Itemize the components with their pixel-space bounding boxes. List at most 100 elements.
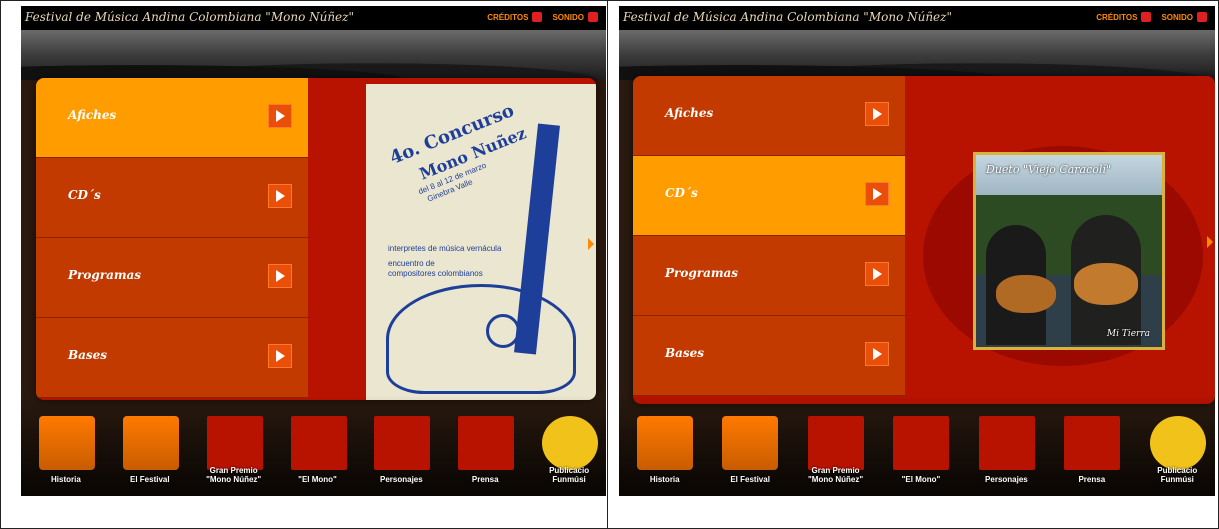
credits-icon [532,12,543,22]
violinist-icon [290,416,347,470]
top-bar: Festival de Música Andina Colombiana "Mo… [619,6,1215,30]
microphone-icon [978,416,1035,470]
poster-line-6: encuentro de [388,259,435,268]
violinist-icon [893,416,950,470]
guitar-outline [386,284,576,394]
dock-historia[interactable]: Historia [29,412,103,484]
cd-guitar-right [1074,263,1138,305]
next-arrow-icon[interactable] [1207,236,1215,252]
arrow-right-icon[interactable] [865,342,889,366]
menu-item-bases[interactable]: Bases [633,316,905,396]
arrow-right-icon[interactable] [865,182,889,206]
app-screen-left: Festival de Música Andina Colombiana "Mo… [21,6,606,496]
menu-item-label: Bases [665,346,705,360]
newspaper-icon [458,416,515,470]
dock-el-mono[interactable]: "El Mono" [281,412,355,484]
dock-label: Publicacio Funmúsi [549,466,590,484]
cd-title: Dueto "Viejo Caracolí" [986,163,1111,176]
dock-el-mono[interactable]: "El Mono" [883,412,958,484]
background-photo [21,30,606,80]
menu-item-afiches[interactable]: Afiches [633,76,905,156]
site-title: Festival de Música Andina Colombiana "Mo… [623,10,953,24]
content-card: Afiches CD´s Programas Bases 4o. Concurs… [36,78,596,400]
sound-icon [1197,12,1207,22]
arrow-right-icon[interactable] [865,262,889,286]
dock-label: Personajes [985,475,1028,484]
top-links: CRÉDITOS SONIDO [487,12,598,22]
arrow-right-icon[interactable] [268,264,292,288]
arrow-right-icon[interactable] [268,344,292,368]
credits-link[interactable]: CRÉDITOS [1096,12,1152,22]
newspaper-icon [1064,416,1121,470]
credits-link[interactable]: CRÉDITOS [487,12,543,22]
menu-item-cds[interactable]: CD´s [36,158,308,238]
dock-label: Gran Premio "Mono Núñez" [206,466,262,484]
category-menu: Afiches CD´s Programas Bases [36,78,308,400]
cd-guitar-left [996,275,1056,313]
menu-item-programas[interactable]: Programas [36,238,308,318]
dock-label: Prensa [1078,475,1106,484]
arrow-right-icon[interactable] [865,102,889,126]
guitar-icon [807,416,864,470]
dock-publicaciones[interactable]: Publicacio Funmúsi [532,412,606,484]
church-icon [637,416,693,470]
dock-historia[interactable]: Historia [627,412,702,484]
top-links: CRÉDITOS SONIDO [1096,12,1207,22]
musicians-icon [122,416,179,470]
menu-item-label: Afiches [665,106,714,120]
poster-image[interactable]: 4o. Concurso Mono Nuñez del 8 al 12 de m… [366,84,596,400]
treble-clef-icon [1149,416,1206,470]
site-title: Festival de Música Andina Colombiana "Mo… [25,10,355,24]
dock-icons: Historia El Festival Gran Premio "Mono Nú… [627,412,1215,484]
dock-prensa[interactable]: Prensa [448,412,522,484]
menu-item-bases[interactable]: Bases [36,318,308,398]
menu-item-cds[interactable]: CD´s [633,156,905,236]
sound-toggle[interactable]: SONIDO [552,12,598,22]
top-bar: Festival de Música Andina Colombiana "Mo… [21,6,606,30]
sound-icon [588,12,598,22]
dock-label: Personajes [380,475,423,484]
cd-cover-image[interactable]: Dueto "Viejo Caracolí" Mi Tierra [973,152,1165,350]
left-panel: Festival de Música Andina Colombiana "Mo… [0,0,608,529]
menu-item-label: Programas [68,268,142,282]
dock-label: El Festival [730,475,770,484]
dock-label: Publicacio Funmúsi [1157,466,1198,484]
right-panel: Festival de Música Andina Colombiana "Mo… [608,0,1219,529]
category-menu: Afiches CD´s Programas Bases [633,76,905,404]
musicians-icon [722,416,779,470]
dock-label: Prensa [471,475,499,484]
menu-item-label: CD´s [68,188,101,202]
dock-gran-premio[interactable]: Gran Premio "Mono Núñez" [197,412,271,484]
dock-gran-premio[interactable]: Gran Premio "Mono Núñez" [798,412,873,484]
credits-icon [1141,12,1152,22]
treble-clef-icon [542,416,599,470]
dock-label: "El Mono" [901,475,941,484]
dock-label: El Festival [130,475,170,484]
background-photo [619,30,1215,80]
credits-label: CRÉDITOS [1096,12,1138,22]
next-arrow-icon[interactable] [588,238,596,254]
cd-subtitle: Mi Tierra [1106,329,1150,339]
microphone-icon [374,416,431,470]
dock-personajes[interactable]: Personajes [364,412,438,484]
menu-item-label: Programas [665,266,739,280]
dock-el-festival[interactable]: El Festival [113,412,187,484]
arrow-right-icon[interactable] [268,104,292,128]
bottom-dock: Historia El Festival Gran Premio "Mono Nú… [619,396,1215,496]
dock-personajes[interactable]: Personajes [969,412,1044,484]
dock-prensa[interactable]: Prensa [1054,412,1129,484]
menu-item-afiches[interactable]: Afiches [36,78,308,158]
church-icon [39,416,95,470]
poster-line-5: interpretes de música vernácula [388,244,502,253]
dock-label: Gran Premio "Mono Núñez" [807,466,864,484]
sound-toggle[interactable]: SONIDO [1161,12,1207,22]
menu-item-programas[interactable]: Programas [633,236,905,316]
dock-publicaciones[interactable]: Publicacio Funmúsi [1140,412,1215,484]
credits-label: CRÉDITOS [487,12,529,22]
dock-el-festival[interactable]: El Festival [712,412,787,484]
arrow-right-icon[interactable] [268,184,292,208]
bottom-dock: Historia El Festival Gran Premio "Mono Nú… [21,396,606,496]
guitar-hole [486,314,520,348]
sound-label: SONIDO [552,12,584,22]
app-screen-right: Festival de Música Andina Colombiana "Mo… [619,6,1215,496]
